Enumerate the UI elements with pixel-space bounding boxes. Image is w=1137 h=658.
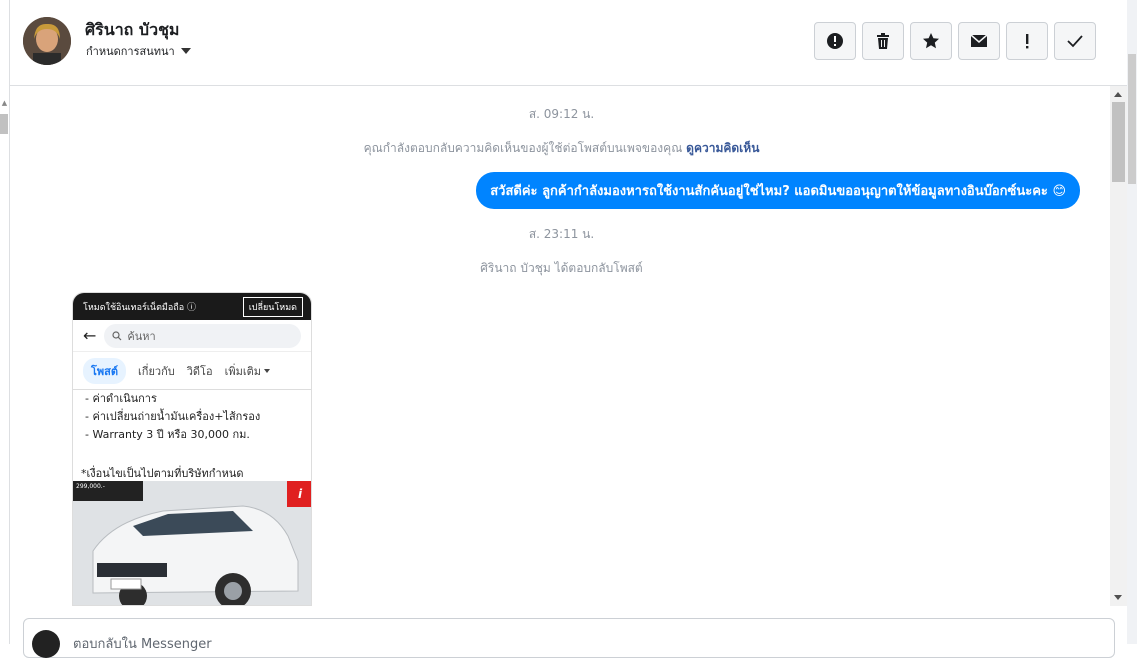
post-mode-bar: โหมดใช้อินเทอร์เน็ตมือถือ ⓘ เปลี่ยนโหมด xyxy=(73,293,311,320)
mark-done-button[interactable] xyxy=(1054,22,1096,60)
check-icon xyxy=(1067,35,1083,48)
search-icon xyxy=(112,330,122,340)
shared-post-card[interactable]: โหมดใช้อินเทอร์เน็ตมือถือ ⓘ เปลี่ยนโหมด … xyxy=(72,292,312,606)
search-placeholder: ค้นหา xyxy=(127,329,156,343)
tab-more: เพิ่มเติม xyxy=(225,362,270,380)
contact-name[interactable]: ศิรินาถ บัวชุม xyxy=(85,18,179,43)
header-actions xyxy=(814,22,1096,60)
delete-button[interactable] xyxy=(862,22,904,60)
mode-text: โหมดใช้อินเทอร์เน็ตมือถือ ⓘ xyxy=(83,302,196,313)
tab-more-label: เพิ่มเติม xyxy=(224,364,261,378)
view-comment-link[interactable]: ดูความคิดเห็น xyxy=(686,141,759,155)
star-icon xyxy=(923,33,939,49)
scroll-up-arrow[interactable]: ▲ xyxy=(0,98,9,108)
page-avatar xyxy=(32,630,60,658)
scroll-up-icon[interactable] xyxy=(1114,92,1122,97)
spam-button[interactable] xyxy=(814,22,856,60)
post-text: - ค่าดำเนินการ - ค่าเปลี่ยนถ่ายน้ำมันเคร… xyxy=(73,390,311,444)
scroll-thumb[interactable] xyxy=(1112,102,1125,182)
exclamation-icon xyxy=(1026,34,1029,49)
post-note: *เงื่อนไขเป็นไปตามที่บริษัทกำหนด xyxy=(81,467,244,480)
trash-icon xyxy=(877,33,889,49)
caret-down-icon xyxy=(263,368,270,373)
outgoing-message-text: สวัสดีค่ะ ลูกค้ากำลังมองหารถใช้งานสักคัน… xyxy=(490,184,1066,199)
system-notice-text: คุณกำลังตอบกลับความคิดเห็นของผู้ใช้ต่อโพ… xyxy=(363,141,683,155)
mark-unread-button[interactable] xyxy=(958,22,1000,60)
message-thread[interactable]: ส. 09:12 น. คุณกำลังตอบกลับความคิดเห็นขอ… xyxy=(10,86,1113,606)
caret-down-icon xyxy=(180,48,191,54)
post-search-box: ค้นหา xyxy=(104,323,301,348)
avatar[interactable] xyxy=(23,17,71,65)
post-tabs: โพสต์ เกี่ยวกับ วิดีโอ เพิ่มเติม xyxy=(73,352,311,390)
price-tag: 299,000.- xyxy=(73,481,143,501)
envelope-icon xyxy=(970,34,988,47)
post-search-row: ← ค้นหา xyxy=(73,320,311,352)
post-line: - Warranty 3 ปี หรือ 30,000 กม. xyxy=(85,428,250,441)
scroll-down-icon[interactable] xyxy=(1114,595,1122,600)
car-image: 299,000.- i xyxy=(73,481,311,605)
outgoing-message-bubble[interactable]: สวัสดีค่ะ ลูกค้ากำลังมองหารถใช้งานสักคัน… xyxy=(476,172,1080,209)
tab-videos: วิดีโอ xyxy=(186,364,213,378)
reply-composer[interactable]: ตอบกลับใน Messenger xyxy=(23,618,1115,658)
left-scroll-thumb[interactable] xyxy=(0,114,8,134)
switch-mode-button: เปลี่ยนโหมด xyxy=(242,296,303,317)
system-notice: คุณกำลังตอบกลับความคิดเห็นของผู้ใช้ต่อโพ… xyxy=(10,139,1113,158)
right-edge-panel xyxy=(1127,0,1137,644)
post-line: - ค่าเปลี่ยนถ่ายน้ำมันเครื่อง+ไส้กรอง xyxy=(85,410,261,423)
timestamp: ส. 09:12 น. xyxy=(528,107,595,121)
conversation-settings-dropdown[interactable]: กำหนดการสนทนา xyxy=(86,42,191,60)
info-icon: i xyxy=(287,481,311,507)
follow-up-button[interactable] xyxy=(1006,22,1048,60)
star-button[interactable] xyxy=(910,22,952,60)
left-gutter: ▲ xyxy=(0,0,10,644)
tab-posts: โพสต์ xyxy=(83,357,127,384)
alert-circle-icon xyxy=(827,33,843,49)
timestamp: ส. 23:11 น. xyxy=(528,227,595,241)
conversation-settings-label: กำหนดการสนทนา xyxy=(86,45,175,58)
back-arrow-icon: ← xyxy=(83,326,97,345)
post-line: - ค่าดำเนินการ xyxy=(85,392,157,405)
user-replied-notice: ศิรินาถ บัวชุม ได้ตอบกลับโพสต์ xyxy=(480,261,643,275)
page-scroll-thumb[interactable] xyxy=(1128,54,1136,184)
conversation-header: ศิรินาถ บัวชุม กำหนดการสนทนา xyxy=(10,0,1127,86)
thread-scrollbar[interactable] xyxy=(1110,86,1127,606)
tab-about: เกี่ยวกับ xyxy=(138,364,175,378)
